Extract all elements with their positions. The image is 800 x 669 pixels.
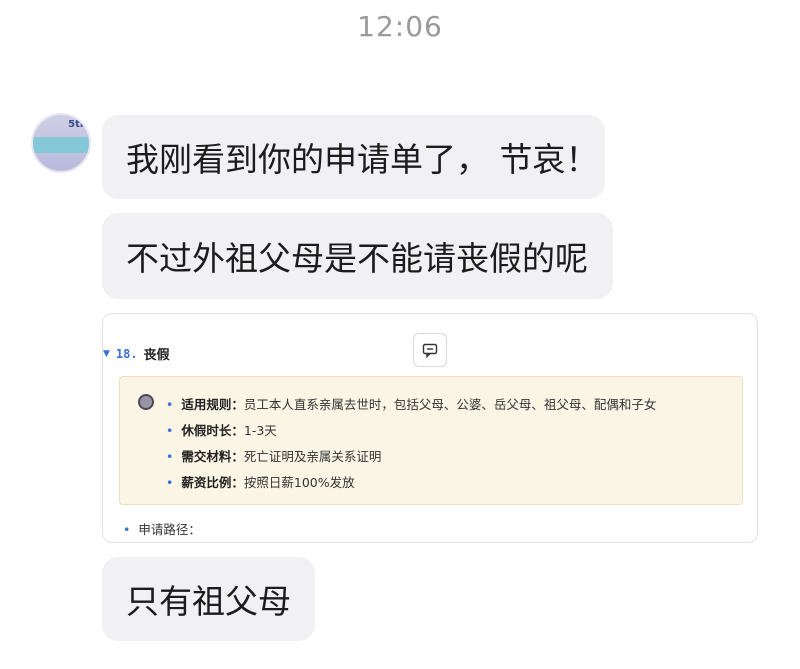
- message-text: 只有祖父母: [126, 582, 291, 621]
- sender-avatar[interactable]: 5th: [31, 113, 91, 173]
- policy-screenshot-card[interactable]: ▼ 18. 丧假 • 适用规则：员工本人直系亲属去世时，包括父母、公婆、岳父母、祖…: [102, 313, 758, 543]
- comment-button[interactable]: [413, 333, 447, 367]
- notice-circle-icon: [138, 394, 154, 410]
- bullet-icon: •: [166, 397, 174, 412]
- policy-notice-box: • 适用规则：员工本人直系亲属去世时，包括父母、公婆、岳父母、祖父母、配偶和子女 …: [119, 376, 743, 505]
- policy-rule: • 薪资比例：按照日薪100%发放: [166, 475, 355, 490]
- policy-rule: • 适用规则：员工本人直系亲属去世时，包括父母、公婆、岳父母、祖父母、配偶和子女: [166, 397, 657, 412]
- bullet-icon: •: [166, 423, 174, 438]
- bullet-icon: •: [166, 449, 174, 464]
- policy-rule: • 休假时长：1-3天: [166, 423, 277, 438]
- bullet-icon: •: [123, 522, 131, 537]
- message-bubble[interactable]: 只有祖父母: [102, 557, 315, 641]
- policy-rule: • 需交材料：死亡证明及亲属关系证明: [166, 449, 382, 464]
- message-timestamp: 12:06: [357, 10, 443, 43]
- comment-icon: [422, 343, 438, 358]
- collapse-caret-icon: ▼: [103, 348, 110, 359]
- avatar-badge: 5th: [68, 119, 87, 130]
- avatar-band: [33, 137, 89, 153]
- policy-title: 丧假: [143, 348, 170, 363]
- message-text: 不过外祖父母是不能请丧假的呢: [126, 239, 588, 278]
- message-bubble[interactable]: 我刚看到你的申请单了， 节哀！: [102, 115, 605, 199]
- policy-heading: ▼ 18. 丧假: [103, 344, 170, 364]
- message-text: 我刚看到你的申请单了， 节哀！: [126, 140, 599, 179]
- bullet-icon: •: [166, 475, 174, 490]
- application-path: • 申请路径：: [123, 522, 201, 537]
- message-bubble[interactable]: 不过外祖父母是不能请丧假的呢: [102, 213, 613, 299]
- policy-number: 18.: [115, 346, 138, 361]
